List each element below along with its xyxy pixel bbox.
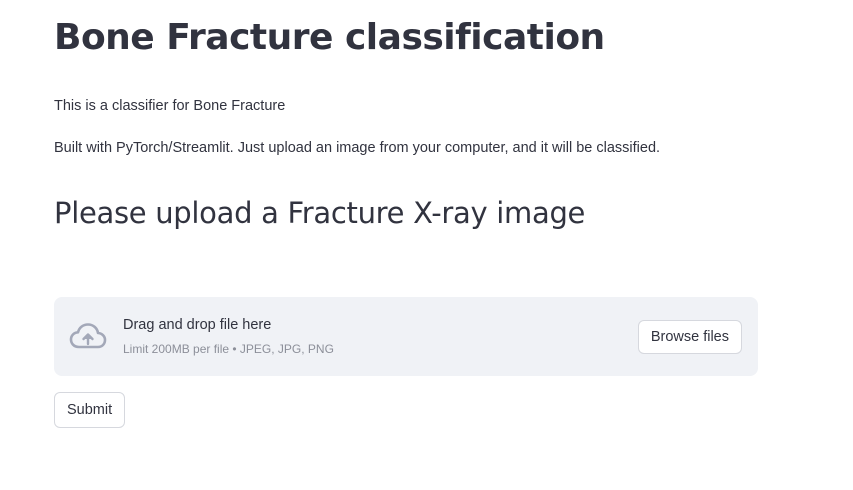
intro-instructions: Built with PyTorch/Streamlit. Just uploa… [54, 140, 661, 156]
file-dropzone[interactable]: Drag and drop file here Limit 200MB per … [54, 297, 758, 376]
submit-button[interactable]: Submit [54, 392, 126, 428]
cloud-upload-icon [69, 321, 107, 353]
dropzone-title: Drag and drop file here [123, 317, 272, 333]
browse-files-button[interactable]: Browse files [637, 320, 742, 354]
dropzone-limit-text: Limit 200MB per file • JPEG, JPG, PNG [123, 342, 334, 356]
dropzone-instructions: Drag and drop file here Limit 200MB per … [123, 315, 334, 357]
upload-heading: Please upload a Fracture X-ray image [54, 196, 586, 230]
page-title: Bone Fracture classification [54, 17, 605, 58]
intro-description: This is a classifier for Bone Fracture [54, 98, 286, 114]
